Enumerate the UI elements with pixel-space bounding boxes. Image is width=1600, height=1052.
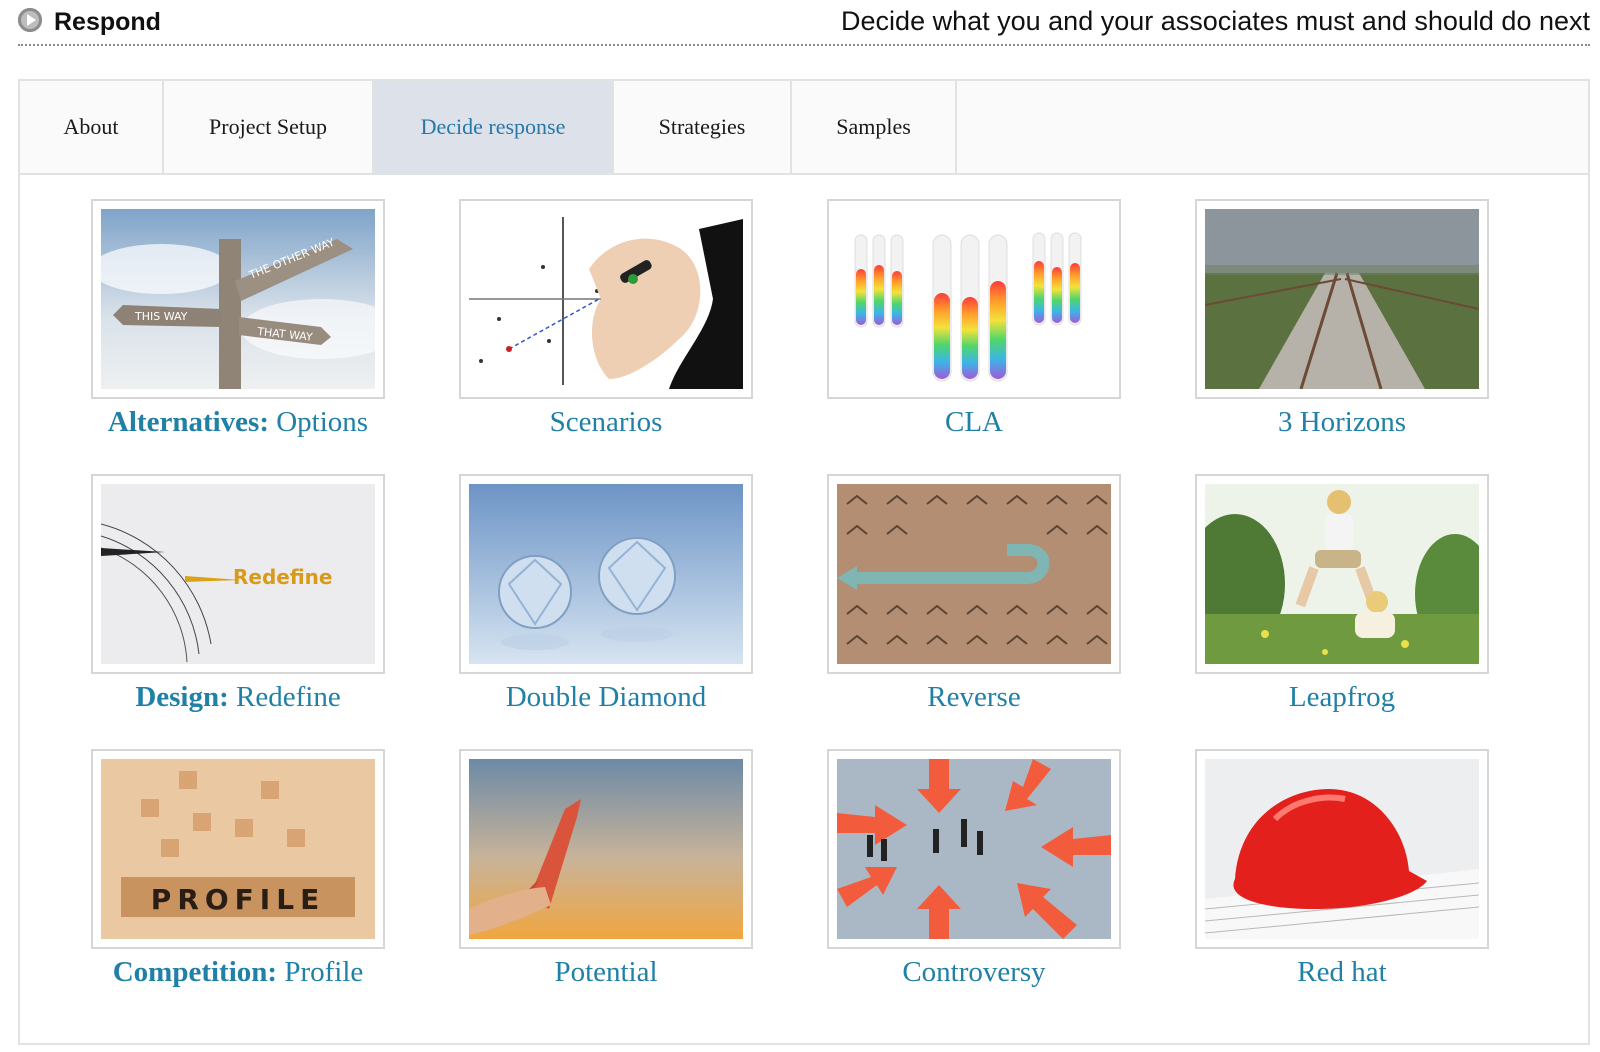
arrows-figures-image[interactable] [837,759,1111,939]
compass-redefine-image[interactable]: Redefine [101,484,375,664]
tab-samples[interactable]: Samples [792,81,957,173]
card-frame [459,474,753,674]
caption-title: Scenarios [549,406,663,438]
caption-title: Double Diamond [505,681,707,713]
card-caption[interactable]: Leapfrog [1155,681,1529,714]
card-frame [827,749,1121,949]
caption-title: Leapfrog [1288,681,1396,713]
railway-tracks-image[interactable] [1205,209,1479,389]
caption-group: Design: [135,681,229,713]
profile-blocks-text: PROFILE [151,883,325,916]
rocket-hand-image[interactable] [469,759,743,939]
card-frame [459,749,753,949]
tab-project-setup[interactable]: Project Setup [164,81,374,173]
card-frame [1195,749,1489,949]
card-frame [459,199,753,399]
caption-title: 3 Horizons [1277,406,1407,438]
card-frame [1195,199,1489,399]
card-caption[interactable]: Potential [419,956,793,989]
caption-title: CLA [945,406,1003,438]
profile-blocks-image[interactable]: PROFILE [101,759,375,939]
caption-title: Controversy [902,956,1046,988]
card-caption[interactable]: Scenarios [419,406,793,439]
card-caption[interactable]: Controversy [787,956,1161,989]
tab-about[interactable]: About [20,81,164,173]
signpost-image[interactable]: THE OTHER WAY THIS WAY THAT WAY [101,209,375,389]
card-caption[interactable]: Alternatives: Options [51,406,425,439]
caption-group: Competition: [112,956,278,988]
app-title: Respond [54,8,161,36]
card-caption[interactable]: Design: Redefine [51,681,425,714]
caption-group: Alternatives: [107,406,269,438]
rainbow-test-tubes-image[interactable] [837,209,1111,389]
tab-decide-response[interactable]: Decide response [374,81,614,173]
reverse-arrows-image[interactable] [837,484,1111,664]
caption-title: Potential [554,956,658,988]
card-frame [827,474,1121,674]
play-icon[interactable] [18,8,42,32]
compass-text: Redefine [233,565,332,589]
hand-drawing-graph-image[interactable] [469,209,743,389]
card-frame: PROFILE [91,749,385,949]
card-frame: THE OTHER WAY THIS WAY THAT WAY [91,199,385,399]
card-frame: Redefine [91,474,385,674]
card-caption[interactable]: Reverse [787,681,1161,714]
card-frame [1195,474,1489,674]
caption-title: Profile [284,956,364,988]
page-header: Respond Decide what you and your associa… [18,6,1590,46]
card-caption[interactable]: Red hat [1155,956,1529,989]
card-frame [827,199,1121,399]
page-tagline: Decide what you and your associates must… [841,6,1590,36]
children-leapfrog-image[interactable] [1205,484,1479,664]
caption-title: Redefine [236,681,341,713]
card-caption[interactable]: Competition: Profile [51,956,425,989]
card-caption[interactable]: 3 Horizons [1155,406,1529,439]
tab-bar: About Project Setup Decide response Stra… [20,81,1588,175]
caption-title: Options [276,406,369,438]
caption-title: Red hat [1297,956,1387,988]
tab-strategies[interactable]: Strategies [614,81,792,173]
card-caption[interactable]: Double Diamond [419,681,793,714]
diamonds-image[interactable] [469,484,743,664]
card-caption[interactable]: CLA [787,406,1161,439]
caption-title: Reverse [927,681,1021,713]
red-hardhat-image[interactable] [1205,759,1479,939]
signpost-text: THIS WAY [134,310,188,323]
